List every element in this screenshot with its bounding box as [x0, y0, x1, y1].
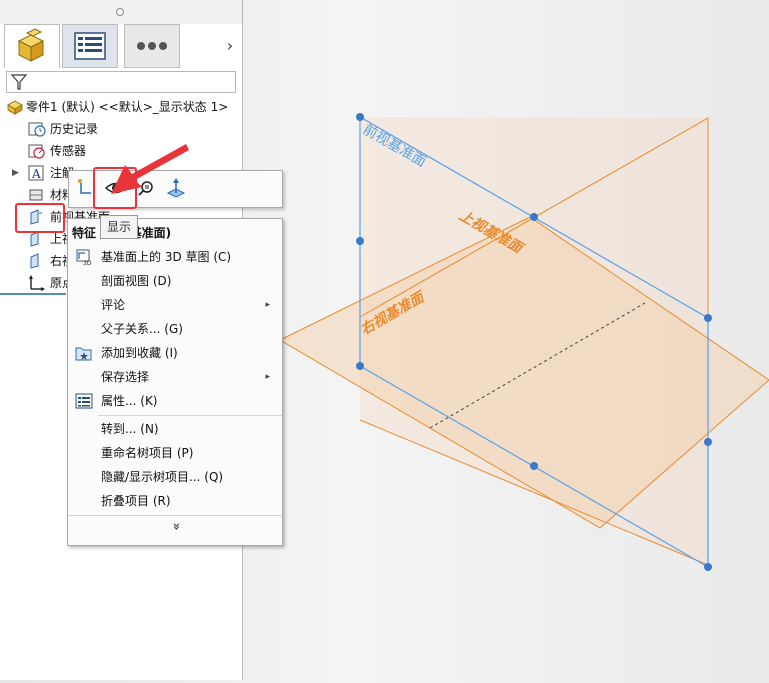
- red-arrow-icon: [111, 144, 189, 194]
- annotation-arrow: [111, 144, 189, 194]
